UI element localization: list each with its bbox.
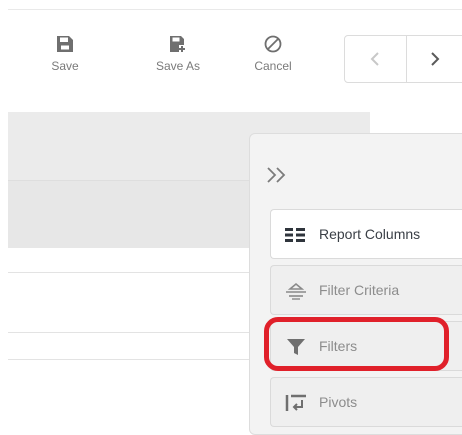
tab-report-columns[interactable]: Report Columns [270,209,462,259]
pivot-icon [285,394,306,411]
pagination-control [344,35,462,83]
cancel-button[interactable]: Cancel [238,34,308,73]
collapse-panel-button[interactable] [264,163,292,194]
tab-label: Filter Criteria [319,282,400,298]
floppy-disk-icon [57,36,73,52]
cancel-label: Cancel [254,59,292,73]
next-page-button[interactable] [407,36,462,82]
cancel-icon [264,35,282,53]
chevron-left-icon [370,52,379,66]
save-as-button[interactable]: Save As [143,34,213,73]
double-chevron-right-icon [267,167,286,183]
funnel-icon [287,339,305,355]
save-button[interactable]: Save [30,34,100,73]
filter-criteria-icon [286,282,306,300]
save-label: Save [51,59,79,73]
tab-pivots[interactable]: Pivots [270,377,462,427]
chevron-right-icon [431,52,440,66]
save-as-icon [170,36,185,52]
tab-filter-criteria[interactable]: Filter Criteria [270,265,462,315]
previous-page-button[interactable] [345,36,406,82]
tab-label: Filters [319,338,358,354]
top-divider [8,9,462,10]
tab-filters[interactable]: Filters [270,321,462,371]
save-as-label: Save As [155,59,201,73]
tab-label: Pivots [319,394,358,410]
tab-label: Report Columns [319,226,421,242]
columns-icon [285,228,305,242]
